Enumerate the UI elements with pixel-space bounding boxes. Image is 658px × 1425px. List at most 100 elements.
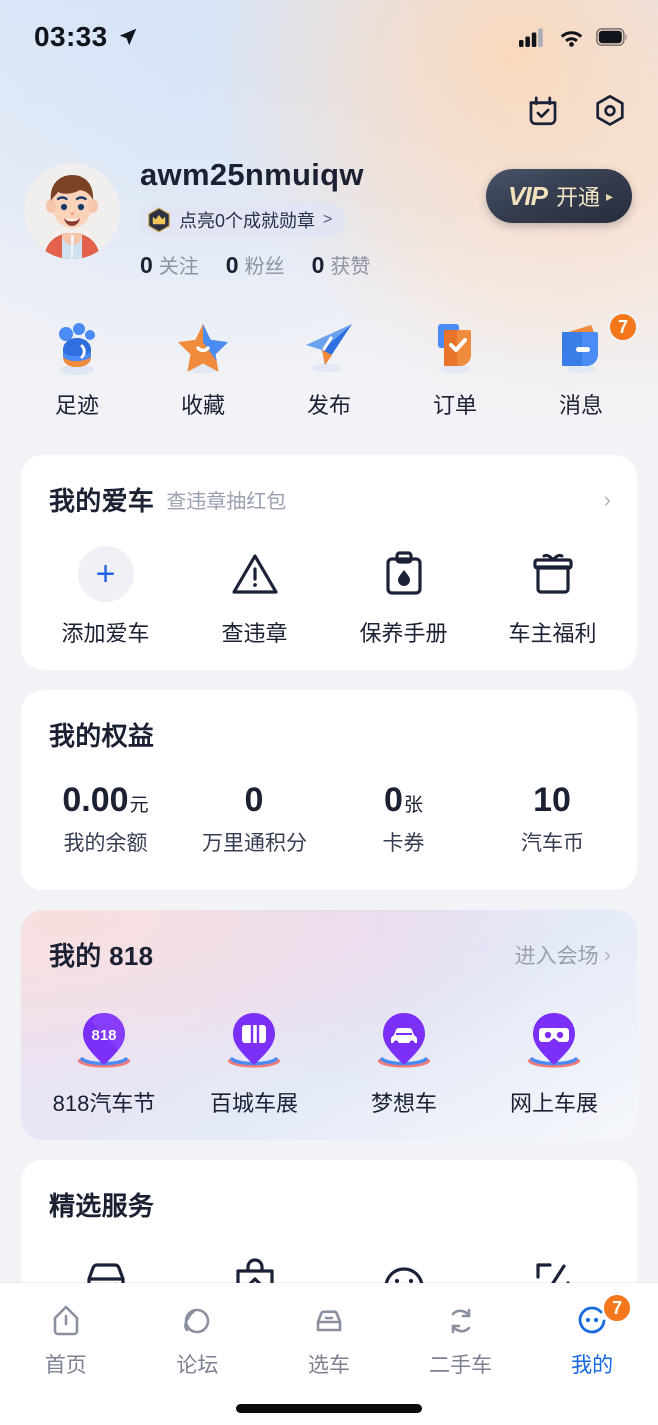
- stat-likes-count: 0: [311, 251, 325, 278]
- my-car-title: 我的爱车: [49, 486, 155, 516]
- quick-action-publish-label: 发布: [306, 393, 351, 418]
- calendar-check-icon[interactable]: [525, 93, 561, 129]
- stat-following-count: 0: [140, 251, 153, 278]
- cellular-signal-icon: [519, 28, 543, 47]
- quick-action-favorites[interactable]: 收藏: [140, 318, 266, 420]
- location-arrow-icon: [119, 28, 136, 46]
- my-car-item-welfare[interactable]: 车主福利: [478, 546, 627, 648]
- vip-subscribe-button[interactable]: VIP 开通 ▸: [486, 169, 632, 223]
- festival-818-item-online-show[interactable]: 网上车展: [479, 1009, 629, 1118]
- profile-info: awm25nmuiqw 点亮0个成就勋章 > 0 关注 0 粉丝 0 获赞: [140, 155, 486, 279]
- home-indicator: [236, 1404, 422, 1413]
- benefit-coins[interactable]: 10 汽车币: [478, 783, 627, 857]
- tab-home[interactable]: 首页: [0, 1301, 132, 1379]
- achievement-badge-text: 点亮0个成就勋章: [179, 210, 316, 231]
- benefit-balance-value: 0.00: [62, 781, 129, 819]
- send-publish-icon: [298, 318, 360, 378]
- choose-car-icon: [307, 1301, 351, 1341]
- stat-following-label: 关注: [158, 255, 199, 278]
- festival-818-item-festival-label: 818汽车节: [52, 1091, 156, 1116]
- my-car-item-violation[interactable]: 查违章: [180, 546, 329, 648]
- tab-used-car-label: 二手车: [429, 1354, 493, 1377]
- quick-actions-row: 足迹 收藏 发布 订单 消息 7: [0, 312, 658, 420]
- benefit-coins-label: 汽车币: [521, 832, 584, 855]
- avatar-illustration: [24, 163, 120, 259]
- app-screen: 03:33 awm25nmuiqw 点亮0个成就勋章 > 0 关注 0 粉丝 0…: [0, 0, 658, 1425]
- benefit-points-label: 万里通积分: [202, 832, 307, 855]
- benefit-coins-value: 10: [533, 781, 571, 819]
- vip-action-label: 开通: [555, 185, 600, 210]
- stat-likes-label: 获赞: [330, 255, 371, 278]
- my-car-item-add[interactable]: + 添加爱车: [31, 546, 180, 648]
- tab-home-label: 首页: [44, 1354, 87, 1377]
- festival-818-enter-label: 进入会场: [514, 944, 599, 968]
- status-bar: 03:33: [0, 0, 658, 74]
- vr-goggles-icon: [522, 1009, 586, 1073]
- benefits-card: 我的权益 0.00 元 我的余额 0 万里通积分 0 张 卡券 10 汽车币: [21, 690, 637, 890]
- benefit-coupons-value: 0: [384, 781, 403, 819]
- my-car-subtitle: 查违章抽红包: [166, 491, 287, 513]
- plus-add-icon: +: [77, 546, 134, 602]
- benefits-title: 我的权益: [49, 721, 155, 751]
- my-car-item-violation-label: 查违章: [221, 621, 288, 646]
- my-car-more-chevron[interactable]: ›: [604, 487, 611, 513]
- svg-text:818: 818: [91, 1027, 116, 1044]
- quick-action-orders-label: 订单: [432, 393, 477, 418]
- quick-action-orders[interactable]: 订单: [392, 318, 518, 420]
- benefit-coupons-value-wrap: 0 张: [384, 783, 423, 817]
- header-action-icons: [525, 93, 628, 129]
- festival-818-item-festival[interactable]: 818 818汽车节: [29, 1009, 179, 1118]
- achievement-badge-pill[interactable]: 点亮0个成就勋章 >: [140, 202, 346, 237]
- used-car-refresh-icon: [439, 1301, 483, 1341]
- star-favorite-icon: [172, 318, 234, 378]
- clipboard-oil-icon: [376, 546, 432, 602]
- my-car-card: 我的爱车 查违章抽红包 › + 添加爱车 查违章 保养手册 车主福利: [21, 455, 637, 670]
- benefit-coupons[interactable]: 0 张 卡券: [329, 783, 478, 857]
- stat-following[interactable]: 0 关注: [140, 250, 199, 279]
- 818-logo-icon: 818: [72, 1009, 136, 1073]
- festival-818-item-autoshow-label: 百城车展: [209, 1091, 298, 1116]
- gift-box-icon: [525, 546, 581, 602]
- my-car-item-manual-label: 保养手册: [359, 621, 448, 646]
- status-bar-right: [519, 27, 628, 47]
- benefit-coupons-unit: 张: [403, 795, 423, 816]
- battery-icon: [596, 28, 627, 46]
- benefit-balance[interactable]: 0.00 元 我的余额: [31, 783, 180, 857]
- festival-818-card: 我的 818 进入会场 › 818 818汽车节 百城车展 梦想车 网上车展: [21, 910, 637, 1140]
- festival-818-enter-link[interactable]: 进入会场 ›: [515, 940, 611, 970]
- forum-planet-icon: [175, 1301, 219, 1341]
- festival-818-item-dreamcar[interactable]: 梦想车: [329, 1009, 479, 1118]
- status-time: 03:33: [34, 21, 108, 52]
- footprint-icon: [46, 318, 108, 378]
- quick-action-messages[interactable]: 消息 7: [518, 312, 644, 420]
- my-car-item-manual[interactable]: 保养手册: [329, 546, 478, 648]
- quick-action-messages-label: 消息: [558, 393, 603, 418]
- my-car-card-header: 我的爱车 查违章抽红包 ›: [21, 455, 637, 518]
- festival-818-item-autoshow[interactable]: 百城车展: [179, 1009, 329, 1118]
- benefit-points[interactable]: 0 万里通积分: [180, 783, 329, 857]
- quick-action-footprint[interactable]: 足迹: [14, 318, 140, 420]
- tab-choose-car[interactable]: 选车: [263, 1301, 395, 1379]
- benefit-coupons-label: 卡券: [382, 832, 425, 855]
- tab-used-car[interactable]: 二手车: [395, 1301, 527, 1379]
- featured-services-card-header: 精选服务: [21, 1160, 637, 1223]
- home-icon: [44, 1301, 88, 1341]
- festival-818-title: 我的 818: [49, 941, 154, 971]
- quick-action-publish[interactable]: 发布: [266, 318, 392, 420]
- quick-action-favorites-label: 收藏: [180, 393, 225, 418]
- tab-profile[interactable]: 我的 7: [526, 1293, 658, 1379]
- vip-logo-text: VIP: [508, 180, 548, 211]
- benefits-card-header: 我的权益: [21, 690, 637, 753]
- status-bar-left: 03:33: [34, 21, 139, 53]
- avatar[interactable]: [24, 163, 120, 259]
- plus-add-circle: +: [77, 546, 134, 602]
- stat-likes[interactable]: 0 获赞: [312, 250, 371, 279]
- message-wallet-icon: [550, 318, 612, 378]
- wifi-icon: [560, 31, 583, 47]
- messages-badge: 7: [608, 312, 638, 342]
- my-car-item-add-label: 添加爱车: [61, 621, 150, 646]
- hexagon-settings-icon[interactable]: [592, 93, 628, 129]
- stat-followers[interactable]: 0 粉丝: [226, 250, 285, 279]
- tab-profile-badge: 7: [602, 1293, 633, 1323]
- tab-forum[interactable]: 论坛: [132, 1301, 264, 1379]
